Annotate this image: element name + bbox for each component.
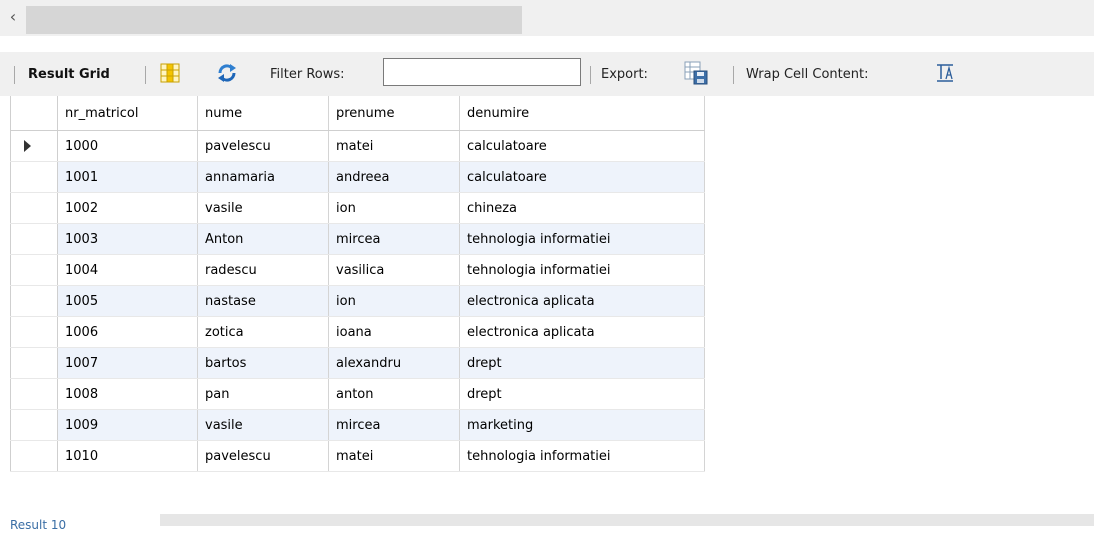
row-indicator-header — [10, 96, 58, 131]
cell-nume[interactable]: nastase — [197, 285, 329, 317]
table-row[interactable]: 1001 annamaria andreea calculatoare — [10, 161, 705, 193]
cell-nume[interactable]: pavelescu — [197, 440, 329, 472]
cell-prenume[interactable]: ion — [328, 192, 460, 224]
cell-denumire[interactable]: drept — [459, 347, 705, 379]
table-row[interactable]: 1000 pavelescu matei calculatoare — [10, 130, 705, 162]
export-icon[interactable] — [684, 61, 708, 89]
cell-nume[interactable]: zotica — [197, 316, 329, 348]
cell-prenume[interactable]: matei — [328, 130, 460, 162]
toolbar-separator — [145, 66, 146, 84]
cell-prenume[interactable]: mircea — [328, 409, 460, 441]
cell-denumire[interactable]: tehnologia informatiei — [459, 440, 705, 472]
cell-nume[interactable]: vasile — [197, 192, 329, 224]
horizontal-scrollbar[interactable]: ‹ — [0, 0, 1094, 36]
grid-view-icon[interactable] — [160, 63, 180, 87]
result-grid-tab[interactable]: Result Grid — [28, 66, 110, 84]
result-table: nr_matricol nume prenume denumire 1000 p… — [10, 96, 705, 472]
chevron-left-icon[interactable]: ‹ — [4, 6, 22, 28]
toolbar-separator — [733, 66, 734, 84]
cell-nr-matricol[interactable]: 1004 — [57, 254, 198, 286]
wrap-cell-content-label: Wrap Cell Content: — [746, 67, 869, 82]
cell-nume[interactable]: bartos — [197, 347, 329, 379]
cell-prenume[interactable]: andreea — [328, 161, 460, 193]
filter-rows-input[interactable] — [383, 58, 581, 86]
row-indicator — [10, 409, 58, 441]
cell-nume[interactable]: pavelescu — [197, 130, 329, 162]
cell-nr-matricol[interactable]: 1002 — [57, 192, 198, 224]
cell-denumire[interactable]: calculatoare — [459, 161, 705, 193]
cell-nr-matricol[interactable]: 1008 — [57, 378, 198, 410]
scrollbar-thumb[interactable] — [26, 6, 522, 34]
filter-rows-label: Filter Rows: — [270, 67, 345, 82]
column-header-denumire[interactable]: denumire — [459, 96, 705, 131]
row-indicator — [10, 347, 58, 379]
cell-denumire[interactable]: tehnologia informatiei — [459, 254, 705, 286]
cell-nume[interactable]: Anton — [197, 223, 329, 255]
result-tab[interactable]: Result 10 — [0, 512, 170, 532]
cell-prenume[interactable]: matei — [328, 440, 460, 472]
table-row[interactable]: 1005 nastase ion electronica aplicata — [10, 285, 705, 317]
result-grid: nr_matricol nume prenume denumire 1000 p… — [0, 96, 1094, 514]
table-row[interactable]: 1008 pan anton drept — [10, 378, 705, 410]
cell-prenume[interactable]: ion — [328, 285, 460, 317]
cell-prenume[interactable]: ioana — [328, 316, 460, 348]
toolbar-separator — [590, 66, 591, 84]
cell-nume[interactable]: radescu — [197, 254, 329, 286]
row-indicator — [10, 254, 58, 286]
cell-denumire[interactable]: electronica aplicata — [459, 285, 705, 317]
row-indicator — [10, 378, 58, 410]
row-indicator — [10, 192, 58, 224]
cell-nr-matricol[interactable]: 1009 — [57, 409, 198, 441]
cell-denumire[interactable]: electronica aplicata — [459, 316, 705, 348]
cell-denumire[interactable]: chineza — [459, 192, 705, 224]
cell-nr-matricol[interactable]: 1005 — [57, 285, 198, 317]
cell-denumire[interactable]: drept — [459, 378, 705, 410]
toolbar-separator — [14, 66, 15, 84]
cell-nr-matricol[interactable]: 1007 — [57, 347, 198, 379]
cell-prenume[interactable]: vasilica — [328, 254, 460, 286]
result-toolbar: Result Grid Filter Rows: Export: Wrap Ce… — [0, 52, 1094, 96]
cell-nr-matricol[interactable]: 1003 — [57, 223, 198, 255]
row-indicator — [10, 440, 58, 472]
table-row[interactable]: 1003 Anton mircea tehnologia informatiei — [10, 223, 705, 255]
row-indicator — [10, 223, 58, 255]
row-indicator — [10, 285, 58, 317]
row-arrow-icon — [24, 140, 31, 152]
cell-nr-matricol[interactable]: 1000 — [57, 130, 198, 162]
table-row[interactable]: 1009 vasile mircea marketing — [10, 409, 705, 441]
cell-nume[interactable]: vasile — [197, 409, 329, 441]
current-row-indicator — [10, 130, 58, 162]
cell-denumire[interactable]: marketing — [459, 409, 705, 441]
export-label: Export: — [601, 67, 648, 82]
cell-nr-matricol[interactable]: 1010 — [57, 440, 198, 472]
header-row: nr_matricol nume prenume denumire — [10, 96, 705, 131]
wrap-text-icon[interactable] — [936, 63, 954, 87]
bottom-tab-strip — [160, 514, 1094, 526]
cell-prenume[interactable]: mircea — [328, 223, 460, 255]
table-row[interactable]: 1004 radescu vasilica tehnologia informa… — [10, 254, 705, 286]
table-row[interactable]: 1007 bartos alexandru drept — [10, 347, 705, 379]
cell-prenume[interactable]: anton — [328, 378, 460, 410]
cell-nr-matricol[interactable]: 1006 — [57, 316, 198, 348]
cell-prenume[interactable]: alexandru — [328, 347, 460, 379]
cell-denumire[interactable]: tehnologia informatiei — [459, 223, 705, 255]
column-header-nume[interactable]: nume — [197, 96, 329, 131]
table-row[interactable]: 1006 zotica ioana electronica aplicata — [10, 316, 705, 348]
cell-nume[interactable]: annamaria — [197, 161, 329, 193]
cell-nr-matricol[interactable]: 1001 — [57, 161, 198, 193]
column-header-nr-matricol[interactable]: nr_matricol — [57, 96, 198, 131]
cell-nume[interactable]: pan — [197, 378, 329, 410]
refresh-icon[interactable] — [216, 63, 238, 87]
row-indicator — [10, 316, 58, 348]
column-header-prenume[interactable]: prenume — [328, 96, 460, 131]
table-row[interactable]: 1002 vasile ion chineza — [10, 192, 705, 224]
table-row[interactable]: 1010 pavelescu matei tehnologia informat… — [10, 440, 705, 472]
cell-denumire[interactable]: calculatoare — [459, 130, 705, 162]
row-indicator — [10, 161, 58, 193]
